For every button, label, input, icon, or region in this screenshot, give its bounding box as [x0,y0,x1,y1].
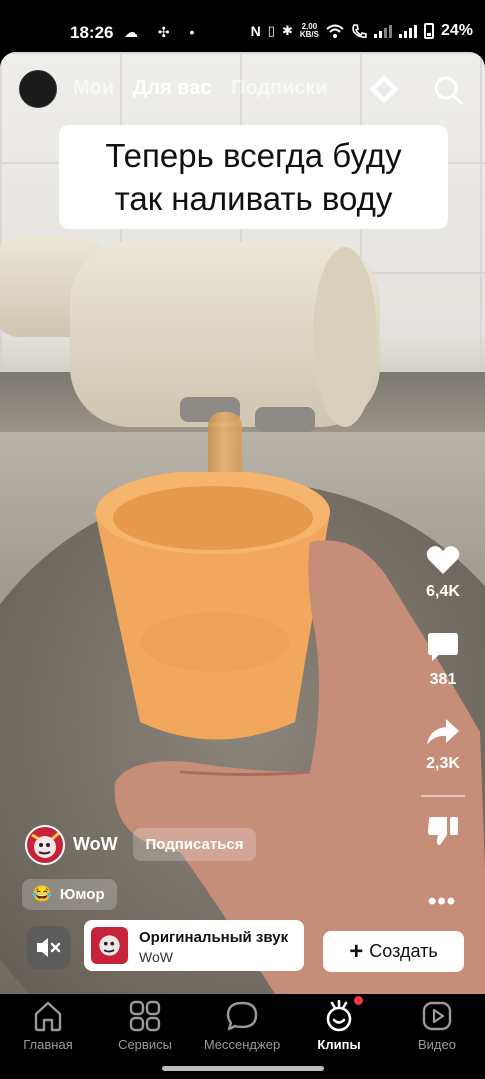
author-logo-icon [99,935,120,956]
home-icon [34,1001,62,1032]
chat-bubble-icon [226,1001,258,1031]
thumbs-down-icon [428,817,458,845]
more-options-button[interactable]: ••• [428,888,458,916]
nav-video[interactable]: Видео [389,1000,485,1052]
tab-subscriptions[interactable]: Подписки [231,77,328,100]
comments-button[interactable]: 381 [415,631,471,689]
search-icon[interactable] [432,74,464,106]
nav-services-label: Сервисы [118,1037,172,1052]
nav-home[interactable]: Главная [0,1000,96,1052]
create-label: Создать [369,941,438,961]
nav-messenger-label: Мессенджер [203,1037,281,1052]
network-speed-unit: KB/S [299,30,319,39]
vibrate-icon: ▯ [267,23,275,38]
heart-icon [426,546,460,574]
notification-dot [354,996,363,1005]
sound-author: WoW [139,949,173,965]
nfc-icon: N [250,23,261,39]
nav-home-label: Главная [23,1037,73,1052]
video-caption: Теперь всегда буду так наливать воду [59,125,448,229]
video-caption-line-2: так наливать воду [114,180,393,217]
original-sound-card[interactable]: Оригинальный звук WoW [84,920,304,971]
diamond-icon[interactable] [369,74,399,104]
battery-icon [423,23,434,39]
video-caption-line-1: Теперь всегда буду [105,137,402,174]
status-notification-icons: ☁ ✣ • [124,24,203,40]
nav-clips[interactable]: Клипы [291,1000,387,1052]
laughing-emoji-icon: 😂 [32,886,52,903]
services-grid-icon [129,1000,161,1032]
status-time: 18:26 [70,23,114,42]
signal-bars-2-icon [398,24,417,38]
hashtag-chip[interactable]: 😂 Юмор [22,879,117,910]
nav-clips-label: Клипы [317,1037,361,1052]
top-nav: Мои Для вас Подписки [0,52,485,127]
share-button[interactable]: 2,3K [415,717,471,773]
video-faucet [0,237,380,432]
comment-count: 381 [429,671,457,688]
plus-icon: + [349,938,364,965]
like-button[interactable]: 6,4K [415,545,471,601]
wifi-icon [326,24,344,38]
subscribe-button[interactable]: Подписаться [133,828,256,861]
tab-mine[interactable]: Мои [73,77,114,100]
home-indicator[interactable] [162,1066,324,1071]
status-bar: 18:26 ☁ ✣ • N ▯ ✱ 2,00 KB/S 24% [0,0,485,52]
hashtag-label: Юмор [59,886,105,903]
create-button[interactable]: + Создать [323,931,464,972]
sound-title: Оригинальный звук [139,929,289,946]
speaker-muted-icon [37,938,61,957]
nav-services[interactable]: Сервисы [97,1000,193,1052]
profile-avatar[interactable] [19,70,57,108]
tab-for-you[interactable]: Для вас [133,77,211,100]
sound-thumbnail [91,927,128,964]
share-count: 2,3K [426,755,460,772]
network-speed: 2,00 KB/S [300,23,319,39]
comment-icon [428,633,458,661]
video-icon [422,1001,452,1031]
clips-icon [326,1000,352,1032]
status-right-icons: N ▯ ✱ 2,00 KB/S 24% [251,22,473,40]
like-count: 6,4K [426,583,460,600]
author-name[interactable]: WoW [73,834,118,855]
dislike-button[interactable] [415,815,471,855]
rail-divider [421,795,465,797]
nav-video-label: Видео [418,1037,456,1052]
signal-bars-1-icon [373,24,392,38]
author-avatar[interactable] [25,825,65,865]
mute-button[interactable] [27,926,70,969]
call-icon [352,23,367,38]
share-arrow-icon [427,719,459,745]
battery-percent: 24% [440,22,473,39]
nav-messenger[interactable]: Мессенджер [194,1000,290,1052]
bluetooth-icon: ✱ [281,23,293,38]
